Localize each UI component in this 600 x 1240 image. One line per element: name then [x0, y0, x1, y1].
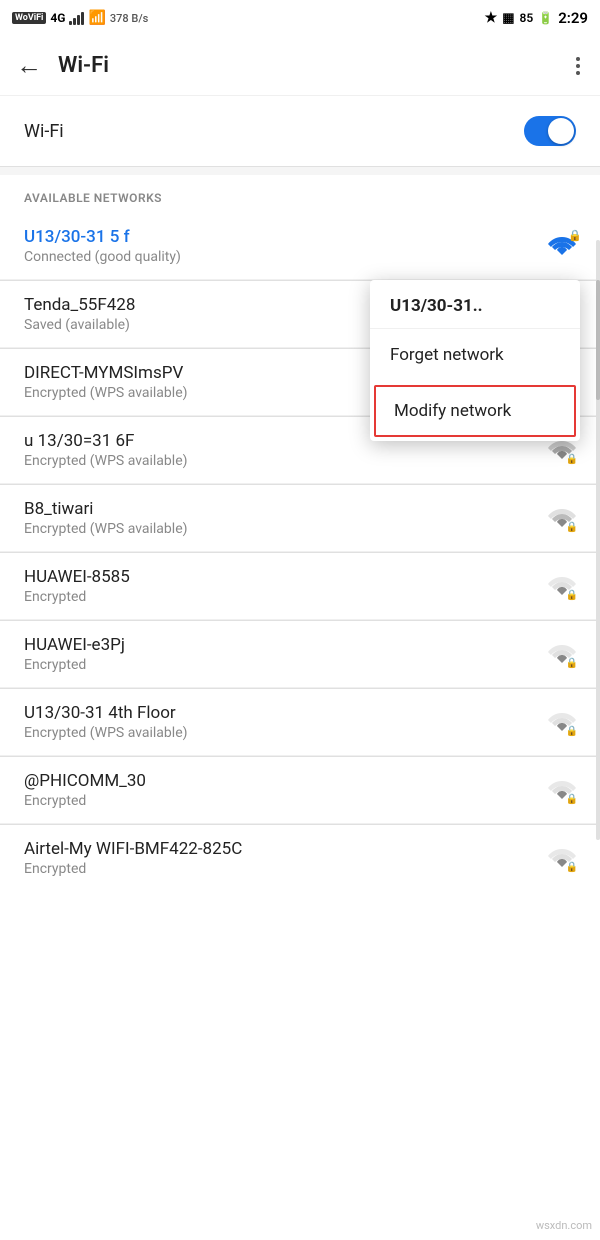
wifi-icon-container-4: 🔒: [548, 505, 576, 531]
lock-icon-3: 🔒: [566, 454, 578, 465]
signal-bar-4: [81, 12, 84, 25]
network-name-7: U13/30-31 4th Floor: [24, 703, 540, 723]
forget-network-button[interactable]: Forget network: [370, 329, 580, 381]
signal-bars: [69, 11, 84, 25]
scrollbar-thumb: [596, 280, 600, 400]
more-dot-2: [576, 64, 580, 68]
time-display: 2:29: [558, 9, 588, 27]
network-status-0: Connected (good quality): [24, 249, 548, 265]
network-status-7: Encrypted (WPS available): [24, 725, 540, 741]
status-right: ★ ▦ 85 🔋 2:29: [485, 9, 588, 27]
signal-bar-3: [77, 15, 80, 25]
lock-icon-5: 🔒: [566, 590, 578, 601]
network-item-4[interactable]: B8_tiwari Encrypted (WPS available) 🔒: [0, 485, 600, 552]
status-left: WoViFi 4G 📶 378 B/s: [12, 10, 148, 26]
available-networks-header: AVAILABLE NETWORKS: [0, 175, 600, 213]
network-name-9: Airtel-My WIFI-BMF422-825C: [24, 839, 540, 859]
vibrate-icon: ▦: [502, 11, 514, 26]
lock-icon-4: 🔒: [566, 522, 578, 533]
network-status-3: Encrypted (WPS available): [24, 453, 540, 469]
wifi-icon-container-9: 🔒: [548, 845, 576, 871]
network-info-6: HUAWEI-e3Pj Encrypted: [24, 635, 540, 673]
wifi-icon-container-5: 🔒: [548, 573, 576, 599]
network-name-5: HUAWEI-8585: [24, 567, 540, 587]
network-status-8: Encrypted: [24, 793, 540, 809]
back-button[interactable]: ←: [16, 53, 42, 79]
lock-icon-9: 🔒: [566, 862, 578, 873]
signal-type: 4G: [50, 11, 65, 25]
section-divider: [0, 167, 600, 175]
data-speed: 378 B/s: [110, 12, 148, 25]
more-dot-1: [576, 57, 580, 61]
lock-icon-0: 🔒: [568, 229, 582, 242]
watermark: wsxdn.com: [536, 1219, 592, 1232]
network-name-6: HUAWEI-e3Pj: [24, 635, 540, 655]
battery-level: 85: [520, 11, 534, 25]
toggle-knob: [548, 118, 574, 144]
network-info-4: B8_tiwari Encrypted (WPS available): [24, 499, 540, 537]
more-options-button[interactable]: [572, 53, 584, 79]
network-item-5[interactable]: HUAWEI-8585 Encrypted 🔒: [0, 553, 600, 620]
network-info-8: @PHICOMM_30 Encrypted: [24, 771, 540, 809]
more-dot-3: [576, 71, 580, 75]
lock-icon-8: 🔒: [566, 794, 578, 805]
network-item-7[interactable]: U13/30-31 4th Floor Encrypted (WPS avail…: [0, 689, 600, 756]
wifi-toggle-row: Wi-Fi: [0, 96, 600, 166]
network-info-5: HUAWEI-8585 Encrypted: [24, 567, 540, 605]
status-bar: WoViFi 4G 📶 378 B/s ★ ▦ 85 🔋 2:29: [0, 0, 600, 36]
network-info-7: U13/30-31 4th Floor Encrypted (WPS avail…: [24, 703, 540, 741]
wifi-icon-container-8: 🔒: [548, 777, 576, 803]
carrier-badge: WoViFi: [12, 12, 46, 24]
network-item-9[interactable]: Airtel-My WIFI-BMF422-825C Encrypted 🔒: [0, 825, 600, 891]
network-item-6[interactable]: HUAWEI-e3Pj Encrypted 🔒: [0, 621, 600, 688]
context-menu: U13/30-31.. Forget network Modify networ…: [370, 280, 580, 441]
network-name-4: B8_tiwari: [24, 499, 540, 519]
battery-icon: 🔋: [538, 11, 553, 25]
lock-icon-7: 🔒: [566, 726, 578, 737]
network-info-0: U13/30-31 5 f Connected (good quality): [24, 227, 548, 265]
signal-bar-1: [69, 21, 72, 25]
bluetooth-icon: ★: [485, 10, 498, 26]
wifi-toggle[interactable]: [524, 116, 576, 146]
network-name-8: @PHICOMM_30: [24, 771, 540, 791]
network-status-4: Encrypted (WPS available): [24, 521, 540, 537]
network-item-0[interactable]: U13/30-31 5 f Connected (good quality) 🔒: [0, 213, 600, 280]
modify-network-button[interactable]: Modify network: [374, 385, 576, 437]
network-status-6: Encrypted: [24, 657, 540, 673]
network-status-9: Encrypted: [24, 861, 540, 877]
wifi-lock-icon-0: 🔒: [548, 233, 576, 259]
context-menu-title: U13/30-31..: [370, 280, 580, 329]
network-name-0: U13/30-31 5 f: [24, 227, 548, 247]
network-item-8[interactable]: @PHICOMM_30 Encrypted 🔒: [0, 757, 600, 824]
wifi-status-icon: 📶: [88, 10, 105, 26]
network-info-9: Airtel-My WIFI-BMF422-825C Encrypted: [24, 839, 540, 877]
page-title: Wi-Fi: [58, 53, 572, 78]
wifi-icon-container-6: 🔒: [548, 641, 576, 667]
wifi-toggle-label: Wi-Fi: [24, 121, 64, 142]
scrollbar[interactable]: [596, 240, 600, 840]
signal-bar-2: [73, 18, 76, 25]
lock-icon-6: 🔒: [566, 658, 578, 669]
top-bar: ← Wi-Fi: [0, 36, 600, 96]
wifi-icon-container-7: 🔒: [548, 709, 576, 735]
network-status-5: Encrypted: [24, 589, 540, 605]
